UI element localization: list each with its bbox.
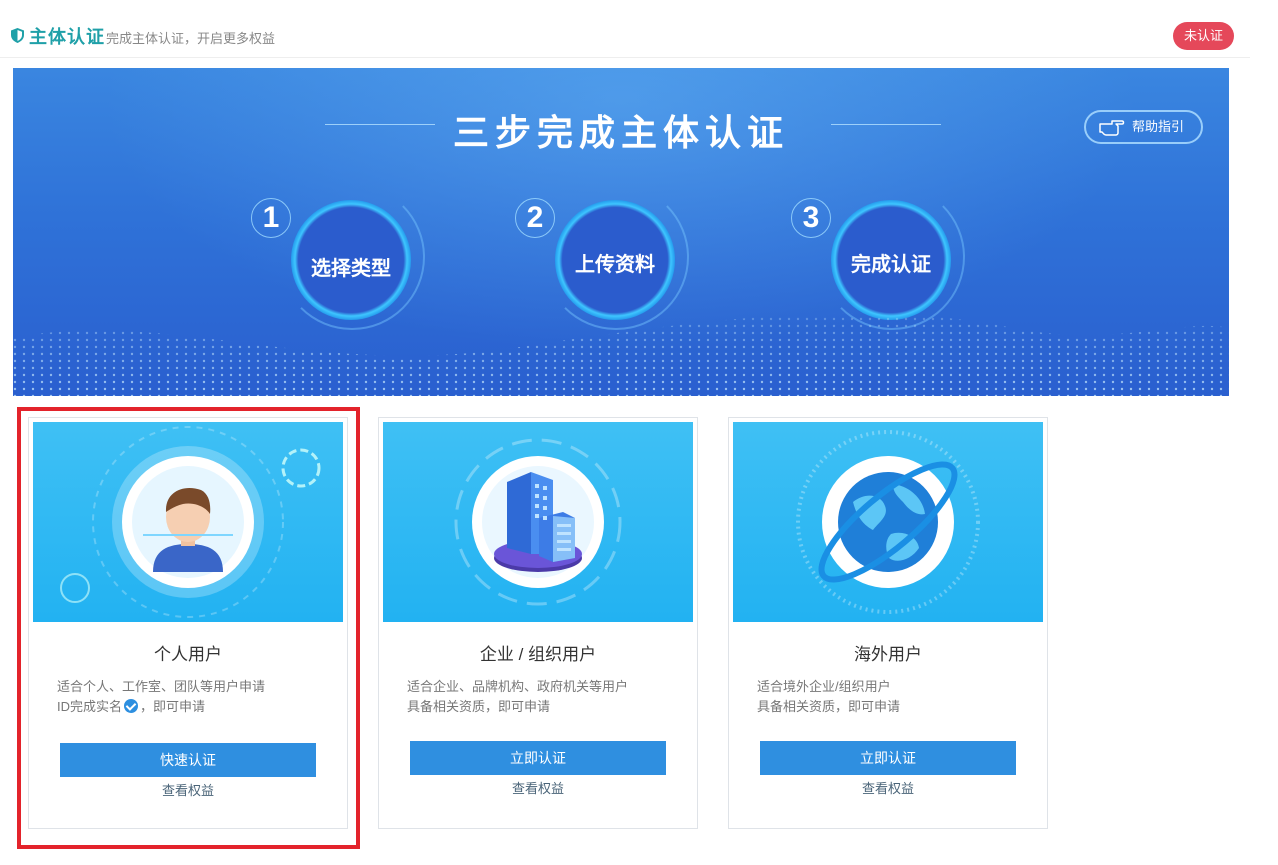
card-enterprise-user[interactable]: 企业 / 组织用户 适合企业、品牌机构、政府机关等用户 具备相关资质，即可申请 …	[378, 417, 698, 829]
card-personal-title: 个人用户	[154, 645, 222, 664]
pointing-hand-icon	[1099, 120, 1125, 136]
verify-now-button-enterprise[interactable]: 立即认证	[410, 741, 666, 775]
view-benefits-link-enterprise[interactable]: 查看权益	[379, 778, 697, 797]
help-guide-label: 帮助指引	[1132, 119, 1185, 134]
card-personal-image	[33, 422, 343, 622]
verify-now-button-overseas[interactable]: 立即认证	[760, 741, 1016, 775]
verified-check-icon	[124, 699, 139, 713]
card-overseas-title: 海外用户	[854, 645, 922, 664]
card-personal-desc-line2-pre: ID完成实名	[57, 699, 123, 714]
help-guide-button[interactable]: 帮助指引	[1084, 110, 1203, 144]
step-3-number: 3	[791, 198, 831, 238]
card-enterprise-image	[383, 422, 693, 622]
card-overseas-user[interactable]: 海外用户 适合境外企业/组织用户 具备相关资质，即可申请 立即认证 查看权益	[728, 417, 1048, 829]
globe-icon	[796, 430, 980, 614]
view-benefits-link-personal[interactable]: 查看权益	[29, 780, 347, 799]
particle-wave-decoration	[13, 313, 1229, 396]
banner-headline: 三步完成主体认证	[452, 112, 789, 153]
status-badge: 未认证	[1173, 22, 1234, 50]
quick-verify-button[interactable]: 快速认证	[60, 743, 316, 777]
step-2-number: 2	[515, 198, 555, 238]
page-title: 主体认证	[29, 27, 105, 47]
page-subtitle: 完成主体认证，开启更多权益	[106, 31, 276, 46]
card-overseas-description: 适合境外企业/组织用户 具备相关资质，即可申请	[757, 677, 900, 717]
card-personal-user[interactable]: 个人用户 适合个人、工作室、团队等用户申请 ID完成实名 ，即可申请 快速认证 查…	[28, 417, 348, 829]
card-personal-desc-line2: ID完成实名 ，即可申请	[57, 697, 265, 717]
view-benefits-link-overseas[interactable]: 查看权益	[729, 778, 1047, 797]
card-personal-description: 适合个人、工作室、团队等用户申请 ID完成实名 ，即可申请	[57, 677, 265, 717]
steps-banner: 三步完成主体认证 帮助指引 1 选择类型 2 上传资料 3 完成认证	[13, 68, 1229, 396]
card-enterprise-title: 企业 / 组织用户	[479, 645, 597, 664]
card-personal-desc-line1: 适合个人、工作室、团队等用户申请	[57, 679, 266, 694]
card-overseas-desc-line1: 适合境外企业/组织用户	[757, 679, 891, 694]
page-header: 主体认证 完成主体认证，开启更多权益 未认证	[0, 0, 1250, 58]
card-enterprise-desc-line1: 适合企业、品牌机构、政府机关等用户	[407, 679, 629, 694]
card-enterprise-description: 适合企业、品牌机构、政府机关等用户 具备相关资质，即可申请	[407, 677, 628, 717]
card-overseas-desc-line2: 具备相关资质，即可申请	[757, 699, 901, 714]
person-face-scan-icon	[60, 426, 321, 618]
card-personal-desc-line2-post: ，即可申请	[140, 699, 206, 714]
card-overseas-image	[733, 422, 1043, 622]
step-1-number: 1	[251, 198, 291, 238]
card-enterprise-desc-line2: 具备相关资质，即可申请	[407, 699, 551, 714]
shield-icon	[11, 28, 24, 43]
building-icon	[454, 438, 622, 606]
